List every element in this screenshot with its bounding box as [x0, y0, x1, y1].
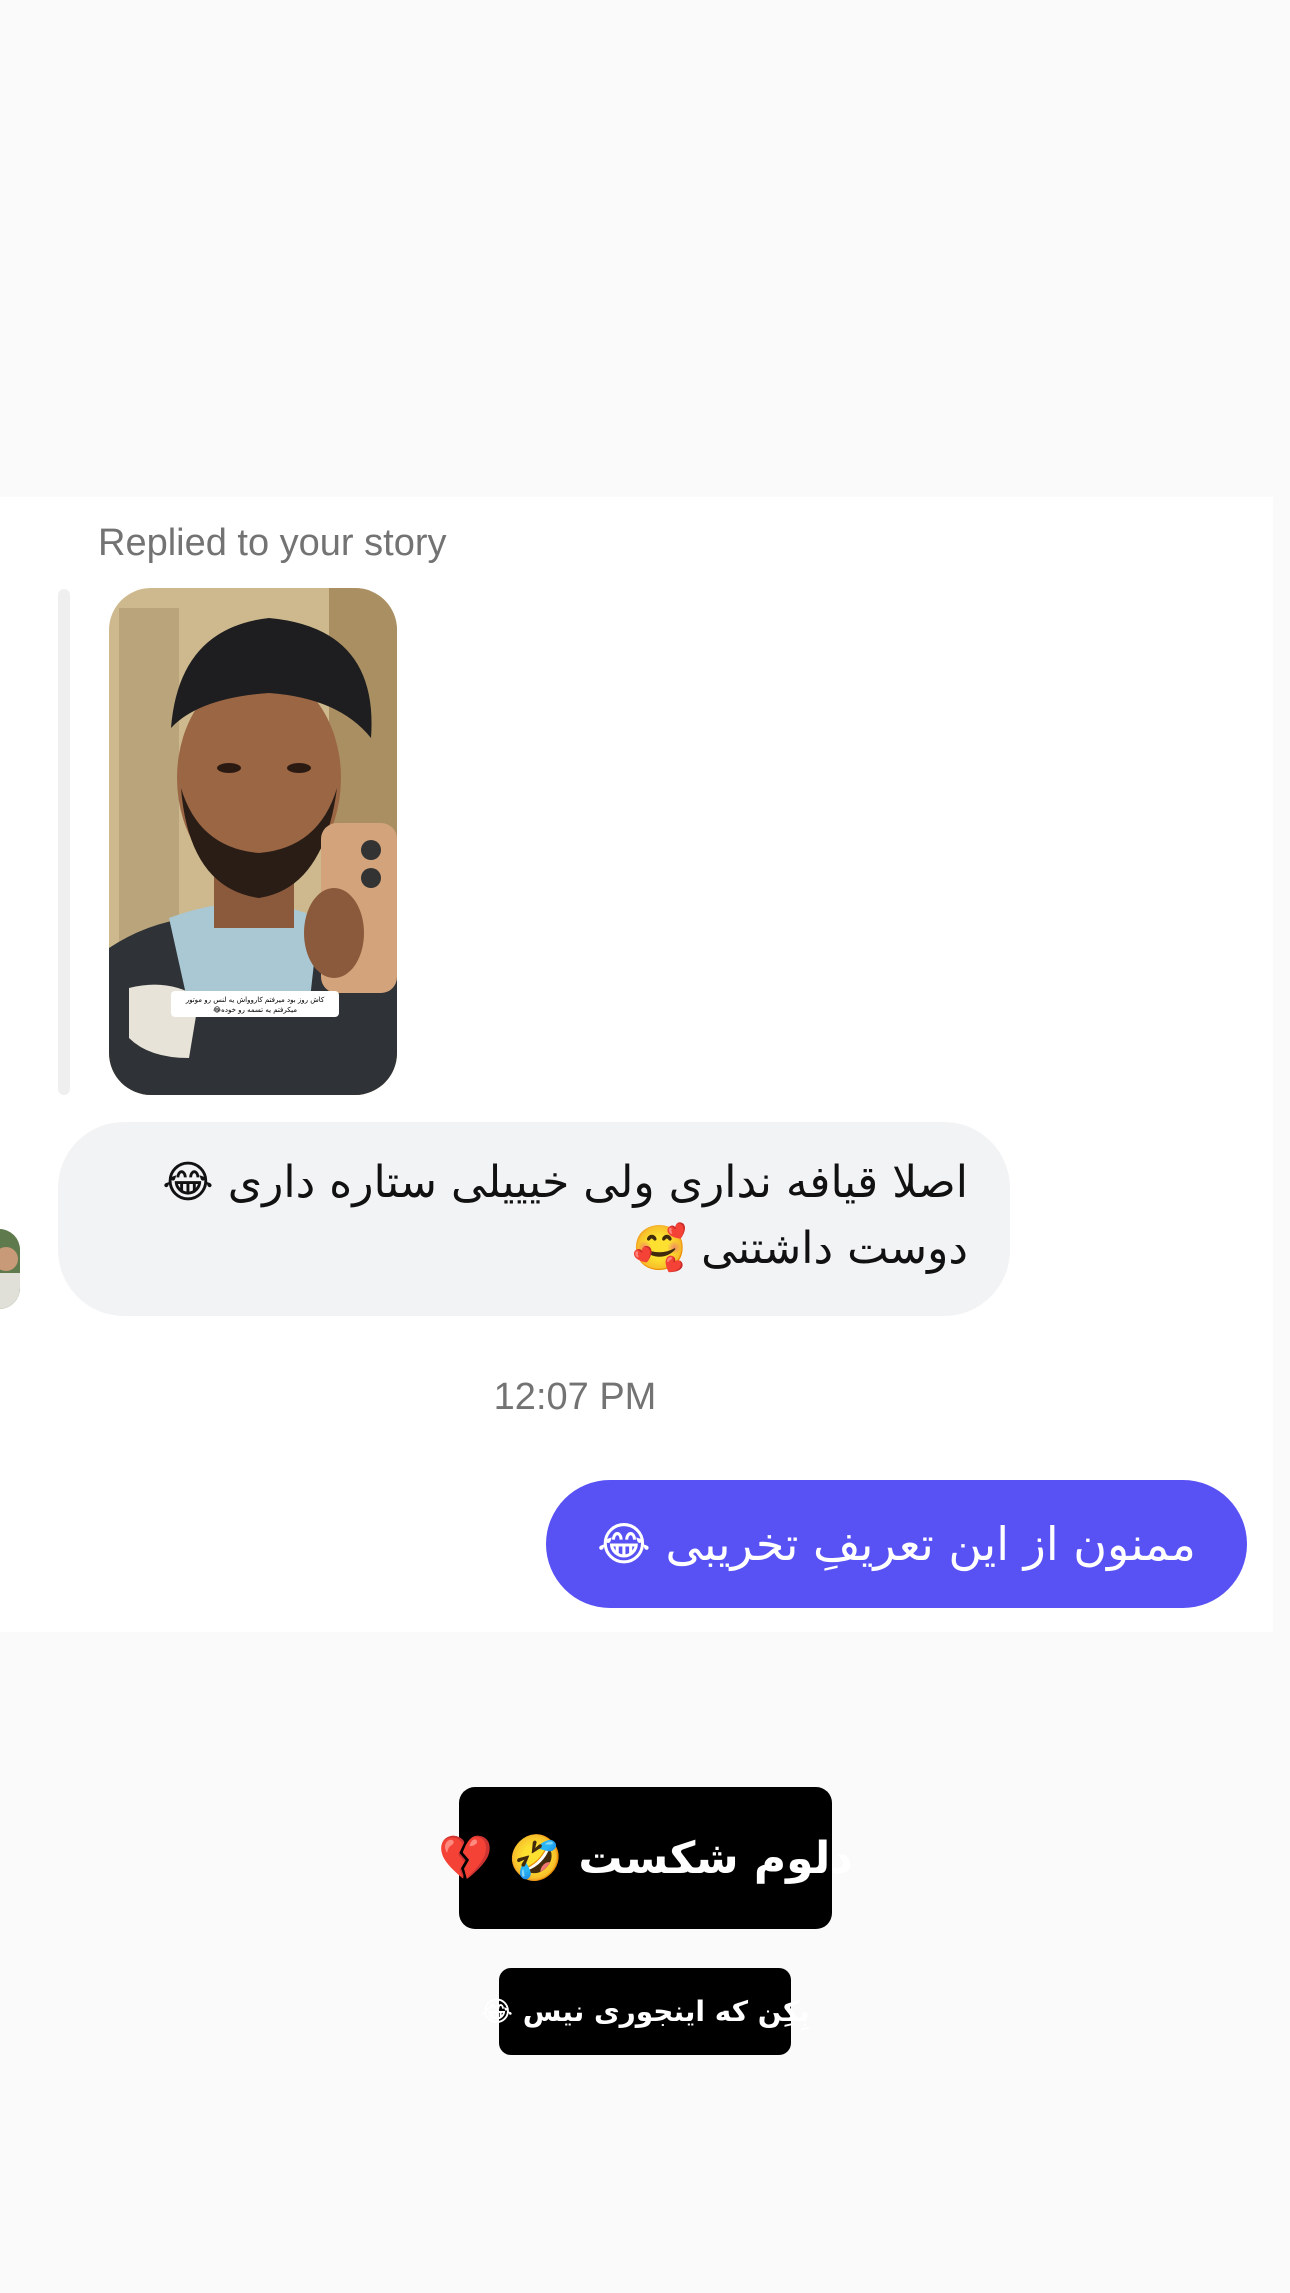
story-reply-label: Replied to your story	[98, 522, 447, 564]
story-caption-line2: میکرفتم یه تسمه رو خوده😂	[213, 1006, 297, 1014]
incoming-message-bubble[interactable]: اصلا قیافه نداری ولی خیییلی ستاره داری 😂…	[58, 1122, 1010, 1316]
tears-of-joy-emoji-icon: 😂	[162, 1157, 214, 1208]
incoming-message-line-1: اصلا قیافه نداری ولی خیییلی ستاره داری 😂	[100, 1150, 968, 1216]
story-caption-line1: کاش روز بود میرفتم کاروواش یه لنس رو موت…	[185, 996, 325, 1004]
outgoing-message-text: ممنون از این تعریفِ تخریبی 😂	[597, 1517, 1196, 1571]
user-avatar-icon	[0, 1229, 20, 1309]
outgoing-text: ممنون از این تعریفِ تخریبی	[665, 1517, 1196, 1571]
outgoing-message-bubble[interactable]: ممنون از این تعریفِ تخریبی 😂	[546, 1480, 1247, 1608]
incoming-line2-text: دوست داشتنی	[701, 1223, 968, 1274]
story-photo-icon: کاش روز بود میرفتم کاروواش یه لنس رو موت…	[109, 588, 397, 1095]
sticker-small-text: بِکِن که اینجوری نیس 😂	[480, 1995, 810, 2028]
sticker-small-label: بِکِن که اینجوری نیس	[522, 1995, 810, 2028]
tears-of-joy-emoji-icon: 😂	[597, 1517, 651, 1571]
text-sticker-large: دلوم شکست 🤣 💔	[438, 1787, 853, 1929]
smiling-hearts-emoji-icon: 🥰	[632, 1223, 688, 1274]
sticker-large-text: دلوم شکست 🤣 💔	[438, 1832, 853, 1884]
incoming-line1-text: اصلا قیافه نداری ولی خیییلی ستاره داری	[227, 1157, 968, 1208]
story-thumbnail[interactable]: کاش روز بود میرفتم کاروواش یه لنس رو موت…	[109, 588, 397, 1095]
text-sticker-small: بِکِن که اینجوری نیس 😂	[480, 1968, 810, 2055]
rolling-laughing-emoji-icon: 🤣	[508, 1833, 564, 1884]
broken-heart-emoji-icon: 💔	[438, 1833, 493, 1884]
avatar[interactable]	[0, 1229, 20, 1309]
tears-of-joy-emoji-icon: 😂	[480, 1995, 513, 2028]
reply-quote-bar	[58, 589, 70, 1095]
sticker-large-label: دلوم شکست	[578, 1833, 853, 1884]
incoming-message-line-2: دوست داشتنی 🥰	[100, 1216, 968, 1282]
message-timestamp: 12:07 PM	[493, 1376, 657, 1418]
